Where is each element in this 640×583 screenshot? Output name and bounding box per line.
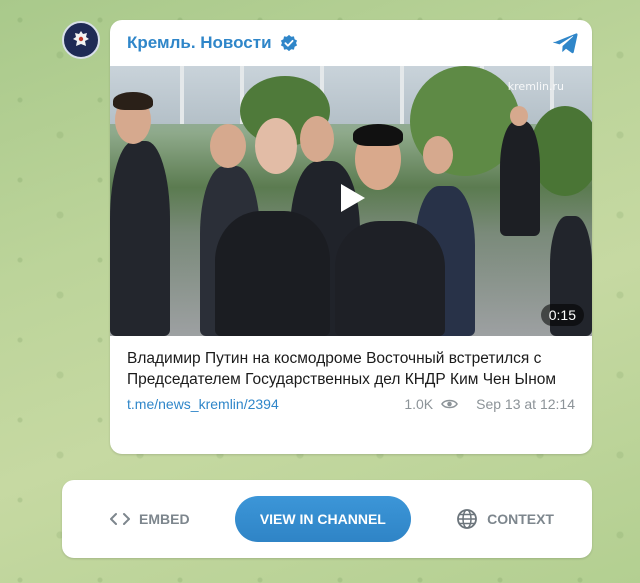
verified-badge-icon: [280, 34, 297, 52]
channel-name[interactable]: Кремль. Новости: [127, 33, 272, 53]
post-text: Владимир Путин на космодроме Восточный в…: [127, 350, 557, 388]
context-button[interactable]: CONTEXT: [456, 508, 554, 530]
watermark: kremlin.ru: [507, 80, 564, 93]
embed-button[interactable]: EMBED: [110, 511, 190, 527]
widget-action-bar: EMBED VIEW IN CHANNEL CONTEXT: [62, 480, 592, 558]
post-card: Кремль. Новости kremlin.ru 0:15 Владимир…: [110, 20, 592, 454]
post-meta: t.me/news_kremlin/2394 1.0K Sep 13 at 12…: [110, 390, 592, 412]
channel-title[interactable]: Кремль. Новости: [127, 33, 298, 53]
play-icon[interactable]: [333, 180, 369, 216]
eye-icon: [441, 399, 459, 409]
post-link[interactable]: t.me/news_kremlin/2394: [127, 396, 279, 412]
telegram-icon[interactable]: [552, 29, 580, 57]
context-label: CONTEXT: [487, 511, 554, 527]
coat-of-arms-icon: [73, 31, 89, 46]
post-date: Sep 13 at 12:14: [476, 396, 575, 412]
post-stats: 1.0K Sep 13 at 12:14: [404, 396, 575, 412]
code-brackets-icon: [110, 513, 130, 525]
view-count: 1.0K: [404, 396, 434, 412]
video-thumbnail[interactable]: kremlin.ru 0:15: [110, 66, 592, 336]
globe-icon: [457, 509, 477, 529]
post-header: Кремль. Новости: [110, 20, 592, 66]
embed-label: EMBED: [139, 511, 190, 527]
channel-avatar[interactable]: [62, 21, 100, 59]
view-in-channel-button[interactable]: VIEW IN CHANNEL: [234, 496, 411, 542]
video-duration: 0:15: [540, 304, 584, 326]
view-in-channel-label: VIEW IN CHANNEL: [259, 511, 386, 527]
